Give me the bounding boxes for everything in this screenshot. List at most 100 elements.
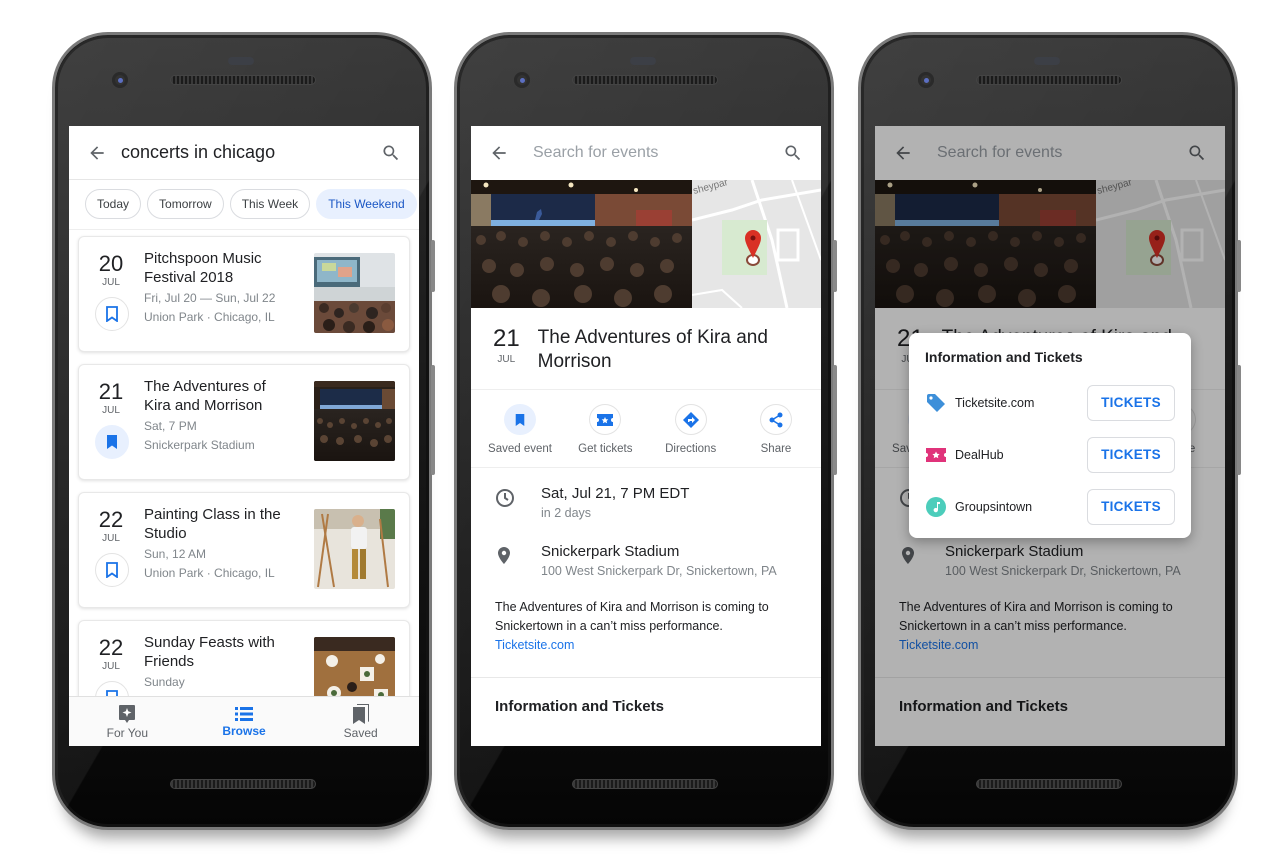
event-month: JUL xyxy=(102,661,120,672)
search-query[interactable]: concerts in chicago xyxy=(121,142,381,163)
front-camera xyxy=(918,72,934,88)
event-day: 21 xyxy=(98,379,124,404)
event-header: 21 JUL The Adventures of Kira and Morris… xyxy=(471,308,821,390)
chip-this-week[interactable]: This Week xyxy=(229,189,311,219)
tickets-button[interactable]: TICKETS xyxy=(1087,437,1175,473)
bottom-navigation: For You Browse Saved xyxy=(69,696,419,746)
browse-screen: concerts in chicago Today Tomorrow This … xyxy=(69,126,419,746)
bottom-speaker xyxy=(170,779,316,789)
top-speaker xyxy=(976,75,1122,85)
event-card[interactable]: 22 JUL Painting Class in the Studio Sun,… xyxy=(78,492,410,608)
ticket-icon xyxy=(597,413,614,426)
directions-button[interactable]: Directions xyxy=(652,404,730,455)
festival-crowd-image xyxy=(314,253,395,333)
event-photo[interactable] xyxy=(471,180,692,308)
vendor-row: DealHub TICKETS xyxy=(925,429,1175,481)
action-label: Directions xyxy=(665,443,717,455)
action-row: Saved event Get tickets Directions Share xyxy=(471,390,821,468)
event-time: Sun, 12 AM xyxy=(144,547,207,561)
save-bookmark-button[interactable] xyxy=(95,297,129,331)
action-label: Share xyxy=(760,443,792,455)
back-arrow-icon[interactable] xyxy=(87,143,107,163)
section-title: Information and Tickets xyxy=(495,698,664,715)
event-month: JUL xyxy=(102,277,120,288)
bookmark-filled-icon xyxy=(515,413,525,426)
painting-class-image xyxy=(314,509,395,589)
vendor-name: Ticketsite.com xyxy=(955,396,1035,410)
nav-label: Saved xyxy=(343,725,378,740)
event-time: Sunday xyxy=(144,675,185,689)
volume-button xyxy=(833,365,837,475)
search-icon[interactable] xyxy=(381,143,401,163)
top-speaker xyxy=(572,75,718,85)
search-bar: concerts in chicago xyxy=(69,126,419,180)
chip-today[interactable]: Today xyxy=(85,189,142,219)
tag-icon xyxy=(927,394,945,412)
event-month: JUL xyxy=(102,405,120,416)
get-tickets-button[interactable]: Get tickets xyxy=(566,404,644,455)
dialog-title: Information and Tickets xyxy=(925,349,1083,365)
phone-frame-tickets-dialog: Search for events sheypar Snickerpark St… xyxy=(858,32,1241,830)
vendor-name: Groupsintown xyxy=(955,500,1033,514)
description-link[interactable]: Ticketsite.com xyxy=(495,638,574,652)
datetime-row: Sat, Jul 21, 7 PM EDT in 2 days xyxy=(471,468,821,522)
event-relative-time: in 2 days xyxy=(541,506,592,520)
chip-tomorrow[interactable]: Tomorrow xyxy=(147,189,224,219)
event-datetime: Sat, Jul 21, 7 PM EDT xyxy=(541,485,690,502)
nav-label: Browse xyxy=(222,723,266,738)
back-arrow-icon[interactable] xyxy=(489,143,509,163)
top-speaker xyxy=(170,75,316,85)
action-label: Saved event xyxy=(488,443,552,455)
nav-browse[interactable]: Browse xyxy=(186,697,303,746)
event-day: 21 xyxy=(492,325,520,352)
event-title: Sunday Feasts with Friends xyxy=(144,634,275,670)
for-you-icon xyxy=(119,704,136,723)
event-time: Sat, 7 PM xyxy=(144,419,197,433)
event-day: 20 xyxy=(98,251,124,276)
location-pin-icon xyxy=(498,547,510,564)
tickets-button[interactable]: TICKETS xyxy=(1087,385,1175,421)
share-icon xyxy=(769,412,783,427)
power-button xyxy=(431,240,435,292)
search-bar: Search for events xyxy=(471,126,821,180)
event-month: JUL xyxy=(102,533,120,544)
event-day: 22 xyxy=(98,507,124,532)
event-title: Painting Class in the Studio xyxy=(144,506,281,542)
venue-row[interactable]: Snickerpark Stadium 100 West Snickerpark… xyxy=(471,522,821,580)
front-camera xyxy=(112,72,128,88)
nav-for-you[interactable]: For You xyxy=(69,697,186,746)
save-bookmark-button[interactable] xyxy=(95,553,129,587)
event-location: Snickerpark Stadium xyxy=(144,438,255,452)
event-description: The Adventures of Kira and Morrison is c… xyxy=(471,580,821,655)
location-map[interactable]: sheypar xyxy=(692,180,821,308)
directions-icon xyxy=(682,411,699,428)
date-filter-chips: Today Tomorrow This Week This Weekend xyxy=(69,180,419,230)
chip-this-weekend[interactable]: This Weekend xyxy=(316,189,417,219)
bottom-speaker xyxy=(572,779,718,789)
sensor xyxy=(228,57,254,65)
event-card[interactable]: 20 JUL Pitchspoon Music Festival 2018 Fr… xyxy=(78,236,410,352)
power-button xyxy=(1237,240,1241,292)
tickets-dialog: Information and Tickets Ticketsite.com T… xyxy=(909,333,1191,538)
description-text: The Adventures of Kira and Morrison is c… xyxy=(495,600,769,633)
bookmarks-icon xyxy=(352,703,369,724)
search-icon[interactable] xyxy=(783,143,803,163)
saved-event-button[interactable]: Saved event xyxy=(481,404,559,455)
venue-address: 100 West Snickerpark Dr, Snickertown, PA xyxy=(541,564,777,578)
share-button[interactable]: Share xyxy=(737,404,815,455)
phone-frame-detail: Search for events sheypar 21 JUL The Adv… xyxy=(454,32,837,830)
event-title: The Adventures of Kira and Morrison xyxy=(537,327,768,372)
saved-bookmark-button[interactable] xyxy=(95,425,129,459)
venue-name: Snickerpark Stadium xyxy=(541,543,680,560)
event-location: Union Park · Chicago, IL xyxy=(144,566,275,580)
tickets-button[interactable]: TICKETS xyxy=(1087,489,1175,525)
event-location: Union Park · Chicago, IL xyxy=(144,310,275,324)
nav-saved[interactable]: Saved xyxy=(302,697,419,746)
phone-frame-browse: concerts in chicago Today Tomorrow This … xyxy=(52,32,435,830)
bottom-speaker xyxy=(976,779,1122,789)
front-camera xyxy=(514,72,530,88)
event-card[interactable]: 21 JUL The Adventures of Kira and Morris… xyxy=(78,364,410,480)
volume-button xyxy=(1237,365,1241,475)
vendor-row: Ticketsite.com TICKETS xyxy=(925,377,1175,429)
search-input[interactable]: Search for events xyxy=(533,144,783,162)
